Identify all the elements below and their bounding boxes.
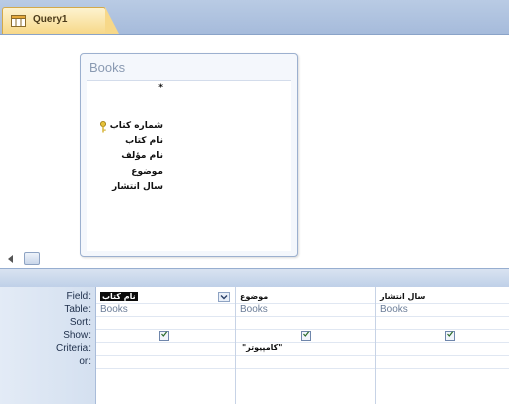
field-cell[interactable]: موضوع [236, 290, 375, 303]
tab-label: Query1 [33, 14, 68, 25]
primary-key-icon [100, 121, 106, 133]
show-checkbox[interactable] [159, 331, 169, 341]
table-cell[interactable]: Books [236, 303, 375, 316]
criteria-cell[interactable]: "كامپيوتر" [236, 342, 375, 355]
row-label-show: Show: [63, 330, 91, 341]
query-design-pane[interactable]: Books * شماره كتاب نام كتاب نام مؤلف موض… [0, 35, 509, 265]
checkmark-icon [303, 331, 309, 337]
row-label-or: or: [79, 356, 91, 367]
chevron-down-icon[interactable] [218, 292, 230, 302]
query-design-grid[interactable]: Field: Table: Sort: Show: Criteria: or: … [0, 287, 509, 404]
grid-row-labels: Field: Table: Sort: Show: Criteria: or: [0, 287, 96, 404]
field-cell[interactable]: نام كتاب [96, 290, 235, 303]
field-list-item[interactable]: نام مؤلف [121, 151, 163, 165]
show-checkbox[interactable] [445, 331, 455, 341]
row-label-table: Table: [64, 304, 91, 315]
field-list-item[interactable]: نام كتاب [125, 136, 163, 150]
field-cell[interactable]: سال انتشار [376, 290, 509, 303]
row-label-sort: Sort: [69, 317, 91, 328]
field-list-item[interactable]: * [158, 83, 163, 97]
design-pane-scrollbar[interactable] [0, 251, 509, 267]
field-list-item[interactable]: موضوع [131, 167, 163, 181]
field-value: موضوع [240, 292, 269, 301]
checkmark-icon [161, 331, 167, 337]
query1-tab[interactable]: Query1 [2, 7, 119, 34]
pane-splitter[interactable] [0, 268, 509, 288]
show-cell[interactable] [96, 329, 235, 342]
grid-column[interactable]: موضوع Books "كامپيوتر" [236, 287, 376, 404]
table-cell[interactable]: Books [376, 303, 509, 316]
field-list-item[interactable]: شماره كتاب [110, 121, 163, 135]
checkmark-icon [447, 331, 453, 337]
document-tab-strip: Query1 [0, 0, 509, 35]
query-icon [11, 15, 26, 27]
field-list[interactable]: * شماره كتاب نام كتاب نام مؤلف موضوع سال… [87, 80, 291, 251]
field-list-item[interactable]: سال انتشار [112, 182, 163, 196]
table-value: Books [100, 304, 128, 315]
show-cell[interactable] [236, 329, 375, 342]
table-cell[interactable]: Books [96, 303, 235, 316]
field-value: سال انتشار [380, 292, 426, 301]
table-value: Books [240, 304, 268, 315]
field-value: نام كتاب [100, 292, 138, 301]
show-cell[interactable] [376, 329, 509, 342]
table-window-title: Books [89, 60, 126, 75]
row-label-criteria: Criteria: [55, 343, 91, 354]
show-checkbox[interactable] [301, 331, 311, 341]
scroll-left-arrow-icon[interactable] [8, 255, 13, 263]
table-value: Books [380, 304, 408, 315]
scroll-thumb[interactable] [24, 252, 40, 265]
row-label-field: Field: [66, 291, 91, 302]
books-table-window[interactable]: Books * شماره كتاب نام كتاب نام مؤلف موض… [80, 53, 298, 257]
grid-column[interactable]: نام كتاب Books [96, 287, 236, 404]
grid-column[interactable]: سال انتشار Books [376, 287, 509, 404]
criteria-value: "كامپيوتر" [242, 343, 283, 352]
